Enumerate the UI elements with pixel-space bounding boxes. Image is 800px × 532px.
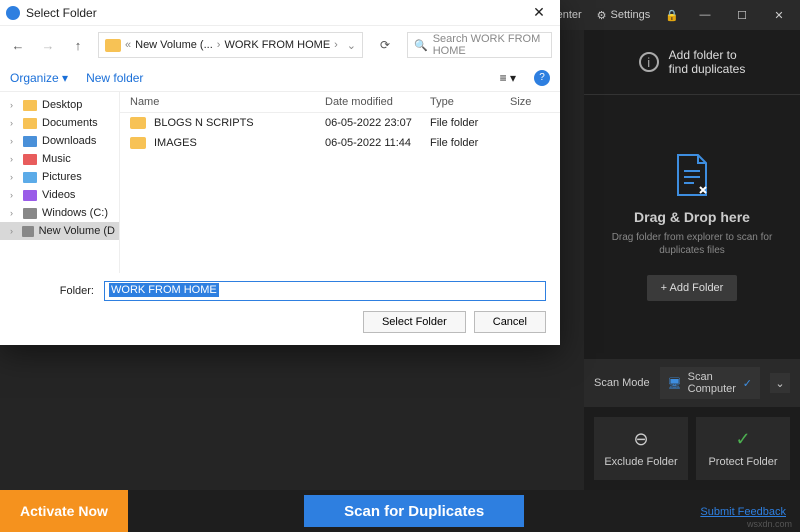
chevron-down-icon[interactable]: ⌄ [770,373,790,393]
dialog-toolbar: Organize ▾ New folder ≡ ▾ ? [0,64,560,92]
tree-item[interactable]: ›Videos [0,186,119,204]
forward-button[interactable]: → [38,38,58,53]
document-icon [674,153,710,197]
tree-item[interactable]: ›Downloads [0,132,119,150]
tree-item[interactable]: ›New Volume (D [0,222,119,240]
side-panel: i Add folder to find duplicates Drag & D… [584,30,800,490]
select-folder-dialog: Select Folder ✕ ← → ↑ « New Volume (... … [0,0,560,345]
select-folder-button[interactable]: Select Folder [363,311,466,333]
view-mode-button[interactable]: ≡ ▾ [500,71,516,85]
activate-button[interactable]: Activate Now [0,490,128,532]
drop-zone[interactable]: Drag & Drop here Drag folder from explor… [584,95,800,359]
up-button[interactable]: ↑ [68,38,88,53]
exclude-icon: ⊖ [600,429,682,450]
chevron-down-icon[interactable]: ⌄ [347,39,356,52]
exclude-folder-button[interactable]: ⊖ Exclude Folder [594,417,688,480]
settings-button[interactable]: ⚙Settings [597,9,651,22]
tree-item[interactable]: ›Windows (C:) [0,204,119,222]
tree-item[interactable]: ›Pictures [0,168,119,186]
app-footer: Activate Now Scan for Duplicates Submit … [0,490,800,532]
help-icon[interactable]: ? [534,70,550,86]
list-item[interactable]: BLOGS N SCRIPTS06-05-2022 23:07File fold… [120,113,560,133]
file-list: Name Date modified Type Size BLOGS N SCR… [120,92,560,273]
cancel-button[interactable]: Cancel [474,311,546,333]
add-folder-hint: i Add folder to find duplicates [584,30,800,95]
drop-title: Drag & Drop here [634,209,750,225]
tree-item[interactable]: ›Music [0,150,119,168]
lock-icon[interactable]: 🔒 [665,9,679,22]
maximize-button[interactable]: ☐ [731,9,753,22]
list-item[interactable]: IMAGES06-05-2022 11:44File folder [120,133,560,153]
folder-label: Folder: [14,285,94,297]
search-icon: 🔍 [414,39,428,52]
monitor-icon: 🖥 [668,377,682,390]
breadcrumb[interactable]: « New Volume (... › WORK FROM HOME › ⌄ [98,32,363,58]
check-icon: ✓ [743,377,752,390]
app-icon [6,6,20,20]
tree-item[interactable]: ›Desktop [0,96,119,114]
add-folder-button[interactable]: + Add Folder [647,275,738,301]
drop-subtitle: Drag folder from explorer to scan for du… [594,231,790,257]
list-header[interactable]: Name Date modified Type Size [120,92,560,113]
close-dialog-button[interactable]: ✕ [524,4,554,21]
watermark: wsxdn.com [747,519,792,529]
folder-tree: ›Desktop›Documents›Downloads›Music›Pictu… [0,92,120,273]
dialog-title: Select Folder [26,6,524,20]
refresh-button[interactable]: ⟳ [373,38,397,52]
submit-feedback-link[interactable]: Submit Feedback [700,506,786,518]
gear-icon: ⚙ [597,9,607,22]
dialog-navbar: ← → ↑ « New Volume (... › WORK FROM HOME… [0,26,560,64]
scan-duplicates-button[interactable]: Scan for Duplicates [304,495,524,527]
new-folder-button[interactable]: New folder [86,71,143,85]
dialog-titlebar: Select Folder ✕ [0,0,560,26]
folder-icon [105,39,121,52]
organize-menu[interactable]: Organize ▾ [10,71,68,85]
protect-folder-button[interactable]: ✓ Protect Folder [696,417,790,480]
minimize-button[interactable]: — [694,9,716,21]
back-button[interactable]: ← [8,38,28,53]
scan-mode-row: Scan Mode 🖥 Scan Computer ✓ ⌄ [584,359,800,407]
folder-name-input[interactable]: WORK FROM HOME [104,281,546,301]
close-app-button[interactable]: ✕ [768,9,790,22]
shield-icon: ✓ [702,429,784,450]
tree-item[interactable]: ›Documents [0,114,119,132]
search-input[interactable]: 🔍 Search WORK FROM HOME [407,32,552,58]
scan-mode-select[interactable]: 🖥 Scan Computer ✓ [660,367,760,399]
info-icon: i [639,52,659,72]
